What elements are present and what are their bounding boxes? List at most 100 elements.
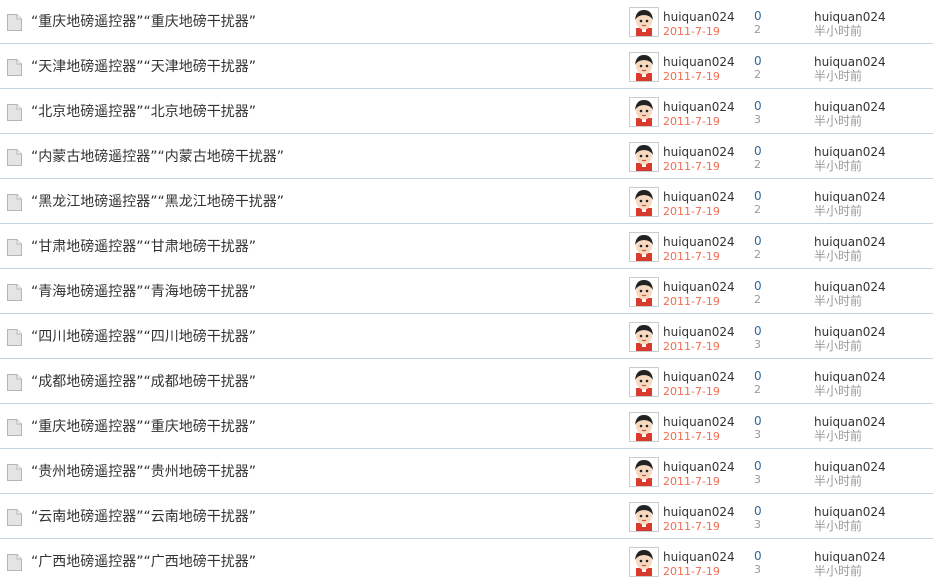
- post-date: 2011-7-19: [663, 250, 720, 263]
- post-date: 2011-7-19: [663, 160, 720, 173]
- reply-count[interactable]: 0: [754, 504, 762, 518]
- author-link[interactable]: huiquan024: [663, 415, 735, 429]
- last-post-time-link[interactable]: 半小时前: [814, 159, 862, 173]
- author-link[interactable]: huiquan024: [663, 100, 735, 114]
- last-poster-link[interactable]: huiquan024: [814, 505, 886, 519]
- user-avatar-icon[interactable]: [629, 322, 659, 352]
- post-date: 2011-7-19: [663, 430, 720, 443]
- reply-count[interactable]: 0: [754, 189, 762, 203]
- thread-title-link[interactable]: “青海地磅遥控器”“青海地磅干扰器”: [31, 283, 256, 301]
- user-avatar-icon[interactable]: [629, 367, 659, 397]
- last-poster-link[interactable]: huiquan024: [814, 100, 886, 114]
- thread-title-link[interactable]: “甘肃地磅遥控器”“甘肃地磅干扰器”: [31, 238, 256, 256]
- last-post-time-link[interactable]: 半小时前: [814, 249, 862, 263]
- last-post-time-link[interactable]: 半小时前: [814, 204, 862, 218]
- reply-count[interactable]: 0: [754, 459, 762, 473]
- last-post-time-link[interactable]: 半小时前: [814, 429, 862, 443]
- document-icon: [7, 329, 22, 346]
- author-link[interactable]: huiquan024: [663, 370, 735, 384]
- document-icon: [7, 419, 22, 436]
- thread-row: “天津地磅遥控器”“天津地磅干扰器” huiquan024 2011-7-19 …: [0, 45, 933, 89]
- last-post-time-link[interactable]: 半小时前: [814, 519, 862, 533]
- post-date: 2011-7-19: [663, 475, 720, 488]
- last-poster-link[interactable]: huiquan024: [814, 235, 886, 249]
- user-avatar-icon[interactable]: [629, 142, 659, 172]
- view-count: 2: [754, 23, 761, 36]
- thread-title-link[interactable]: “重庆地磅遥控器”“重庆地磅干扰器”: [31, 418, 256, 436]
- author-link[interactable]: huiquan024: [663, 280, 735, 294]
- last-post-time-link[interactable]: 半小时前: [814, 339, 862, 353]
- user-avatar-icon[interactable]: [629, 7, 659, 37]
- last-post-time-link[interactable]: 半小时前: [814, 294, 862, 308]
- post-date: 2011-7-19: [663, 385, 720, 398]
- last-post-time-link[interactable]: 半小时前: [814, 384, 862, 398]
- thread-row: “四川地磅遥控器”“四川地磅干扰器” huiquan024 2011-7-19 …: [0, 315, 933, 359]
- author-link[interactable]: huiquan024: [663, 550, 735, 564]
- reply-count[interactable]: 0: [754, 99, 762, 113]
- last-poster-link[interactable]: huiquan024: [814, 145, 886, 159]
- document-icon: [7, 554, 22, 571]
- author-link[interactable]: huiquan024: [663, 460, 735, 474]
- last-poster-link[interactable]: huiquan024: [814, 280, 886, 294]
- thread-row: “重庆地磅遥控器”“重庆地磅干扰器” huiquan024 2011-7-19 …: [0, 0, 933, 44]
- post-date: 2011-7-19: [663, 565, 720, 578]
- last-poster-link[interactable]: huiquan024: [814, 55, 886, 69]
- last-post-time-link[interactable]: 半小时前: [814, 564, 862, 578]
- last-post-time-link[interactable]: 半小时前: [814, 474, 862, 488]
- author-link[interactable]: huiquan024: [663, 55, 735, 69]
- reply-count[interactable]: 0: [754, 414, 762, 428]
- last-post-time-link[interactable]: 半小时前: [814, 24, 862, 38]
- thread-title-link[interactable]: “重庆地磅遥控器”“重庆地磅干扰器”: [31, 13, 256, 31]
- user-avatar-icon[interactable]: [629, 232, 659, 262]
- thread-title-link[interactable]: “成都地磅遥控器”“成都地磅干扰器”: [31, 373, 256, 391]
- author-link[interactable]: huiquan024: [663, 325, 735, 339]
- user-avatar-icon[interactable]: [629, 187, 659, 217]
- reply-count[interactable]: 0: [754, 324, 762, 338]
- document-icon: [7, 374, 22, 391]
- document-icon: [7, 104, 22, 121]
- thread-title-link[interactable]: “天津地磅遥控器”“天津地磅干扰器”: [31, 58, 256, 76]
- thread-title-link[interactable]: “北京地磅遥控器”“北京地磅干扰器”: [31, 103, 256, 121]
- view-count: 2: [754, 293, 761, 306]
- thread-title-link[interactable]: “黑龙江地磅遥控器”“黑龙江地磅干扰器”: [31, 193, 284, 211]
- author-link[interactable]: huiquan024: [663, 505, 735, 519]
- last-poster-link[interactable]: huiquan024: [814, 460, 886, 474]
- author-link[interactable]: huiquan024: [663, 235, 735, 249]
- author-link[interactable]: huiquan024: [663, 190, 735, 204]
- user-avatar-icon[interactable]: [629, 547, 659, 577]
- author-link[interactable]: huiquan024: [663, 145, 735, 159]
- user-avatar-icon[interactable]: [629, 412, 659, 442]
- thread-title-link[interactable]: “云南地磅遥控器”“云南地磅干扰器”: [31, 508, 256, 526]
- user-avatar-icon[interactable]: [629, 52, 659, 82]
- thread-title-link[interactable]: “贵州地磅遥控器”“贵州地磅干扰器”: [31, 463, 256, 481]
- reply-count[interactable]: 0: [754, 54, 762, 68]
- thread-title-link[interactable]: “四川地磅遥控器”“四川地磅干扰器”: [31, 328, 256, 346]
- user-avatar-icon[interactable]: [629, 457, 659, 487]
- view-count: 2: [754, 158, 761, 171]
- last-poster-link[interactable]: huiquan024: [814, 10, 886, 24]
- last-poster-link[interactable]: huiquan024: [814, 190, 886, 204]
- reply-count[interactable]: 0: [754, 9, 762, 23]
- document-icon: [7, 284, 22, 301]
- reply-count[interactable]: 0: [754, 279, 762, 293]
- last-poster-link[interactable]: huiquan024: [814, 415, 886, 429]
- last-post-time-link[interactable]: 半小时前: [814, 69, 862, 83]
- reply-count[interactable]: 0: [754, 369, 762, 383]
- reply-count[interactable]: 0: [754, 549, 762, 563]
- reply-count[interactable]: 0: [754, 144, 762, 158]
- thread-row: “黑龙江地磅遥控器”“黑龙江地磅干扰器” huiquan024 2011-7-1…: [0, 180, 933, 224]
- thread-row: “成都地磅遥控器”“成都地磅干扰器” huiquan024 2011-7-19 …: [0, 360, 933, 404]
- document-icon: [7, 149, 22, 166]
- user-avatar-icon[interactable]: [629, 277, 659, 307]
- last-poster-link[interactable]: huiquan024: [814, 550, 886, 564]
- reply-count[interactable]: 0: [754, 234, 762, 248]
- thread-row: “北京地磅遥控器”“北京地磅干扰器” huiquan024 2011-7-19 …: [0, 90, 933, 134]
- last-poster-link[interactable]: huiquan024: [814, 370, 886, 384]
- user-avatar-icon[interactable]: [629, 97, 659, 127]
- thread-title-link[interactable]: “广西地磅遥控器”“广西地磅干扰器”: [31, 553, 256, 571]
- user-avatar-icon[interactable]: [629, 502, 659, 532]
- last-post-time-link[interactable]: 半小时前: [814, 114, 862, 128]
- thread-title-link[interactable]: “内蒙古地磅遥控器”“内蒙古地磅干扰器”: [31, 148, 284, 166]
- author-link[interactable]: huiquan024: [663, 10, 735, 24]
- last-poster-link[interactable]: huiquan024: [814, 325, 886, 339]
